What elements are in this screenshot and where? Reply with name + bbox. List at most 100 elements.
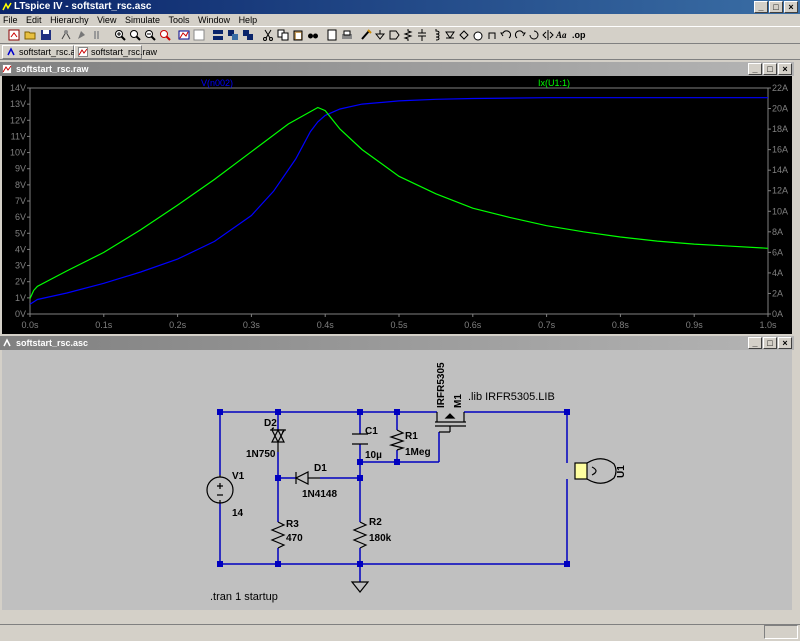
tran-directive[interactable]: .tran 1 startup <box>210 591 278 603</box>
y-left-tick-label: 3V <box>15 261 26 271</box>
maximize-button[interactable]: □ <box>769 1 783 13</box>
resistor-r2[interactable] <box>352 521 368 549</box>
waveform-restore-button[interactable]: □ <box>763 63 777 75</box>
copy-icon[interactable] <box>277 29 289 41</box>
menu-tools[interactable]: Tools <box>166 14 193 26</box>
schematic-restore-button[interactable]: □ <box>763 337 777 349</box>
capacitor-icon[interactable] <box>416 29 428 41</box>
rotate-icon[interactable] <box>528 29 540 41</box>
menu-file[interactable]: File <box>0 14 21 26</box>
waveform-plot[interactable]: 0.0s 0.1s 0.2s 0.3s 0.4s 0.5s 0.6s 0.7s 0.8s 0.9s… <box>2 76 792 334</box>
new-schematic-icon[interactable] <box>8 29 20 41</box>
halt-icon[interactable] <box>92 29 104 41</box>
waveform-close-button[interactable]: × <box>778 63 792 75</box>
x-tick-label: 0.4s <box>317 320 335 330</box>
label-c1-value: 10µ <box>365 450 382 461</box>
ground-symbol <box>350 581 370 593</box>
menu-simulate[interactable]: Simulate <box>122 14 163 26</box>
tile-vertical-icon[interactable] <box>227 29 239 41</box>
pan-icon[interactable] <box>129 29 141 41</box>
menu-view[interactable]: View <box>94 14 119 26</box>
diode-icon[interactable] <box>444 29 456 41</box>
schematic-minimize-button[interactable]: _ <box>748 337 762 349</box>
mosfet-m1[interactable] <box>435 412 466 433</box>
zoom-out-icon[interactable] <box>144 29 156 41</box>
lib-directive[interactable]: .lib IRFR5305.LIB <box>468 391 555 403</box>
close-button[interactable]: × <box>784 1 798 13</box>
run-icon[interactable] <box>76 29 88 41</box>
menu-window[interactable]: Window <box>195 14 233 26</box>
save-icon[interactable] <box>40 29 52 41</box>
redo-icon[interactable] <box>514 29 526 41</box>
print-preview-icon[interactable] <box>326 29 338 41</box>
y-right-tick-label: 12A <box>772 186 788 196</box>
y-left-tick-label: 7V <box>15 196 26 206</box>
cascade-icon[interactable] <box>242 29 254 41</box>
label-d1-value: 1N4148 <box>302 489 337 500</box>
series-line-1[interactable] <box>29 106 769 299</box>
toolbar: Aa .op <box>0 26 800 44</box>
menu-hierarchy[interactable]: Hierarchy <box>47 14 92 26</box>
series-legend-1[interactable]: Ix(U1:1) <box>538 78 570 88</box>
waveform-minimize-button[interactable]: _ <box>748 63 762 75</box>
text-icon[interactable]: Aa <box>556 29 570 41</box>
open-folder-icon[interactable] <box>24 29 36 41</box>
print-icon[interactable] <box>341 29 353 41</box>
x-tick-label: 0.1s <box>95 320 113 330</box>
undo-icon[interactable] <box>500 29 512 41</box>
grid-icon[interactable] <box>193 29 205 41</box>
mirror-icon[interactable] <box>542 29 554 41</box>
menu-help[interactable]: Help <box>236 14 261 26</box>
schematic-close-button[interactable]: × <box>778 337 792 349</box>
resistor-r3[interactable] <box>270 521 286 549</box>
y-left-tick-label: 0V <box>15 309 26 319</box>
series-line-0[interactable] <box>29 97 768 305</box>
component-icon[interactable] <box>458 29 470 41</box>
resistor-icon[interactable] <box>402 29 414 41</box>
y-left-tick-label: 12V <box>10 115 26 125</box>
schematic-drawing[interactable]: D2 1N750 D1 1N4148 V1 14 R3 470 R2 180k … <box>2 350 792 610</box>
y-right-tick-label: 20A <box>772 104 788 114</box>
series-legend-0[interactable]: V(n002) <box>201 78 233 88</box>
autorange-icon[interactable] <box>178 29 190 41</box>
label-m1: M1 <box>453 394 464 408</box>
zoom-full-icon[interactable] <box>159 29 171 41</box>
schematic-canvas[interactable]: D2 1N750 D1 1N4148 V1 14 R3 470 R2 180k … <box>2 350 792 610</box>
schematic-window-titlebar: softstart_rsc.asc _ □ × <box>0 336 794 350</box>
lamp-u1[interactable] <box>574 458 617 484</box>
label-d2: D2 <box>264 418 277 429</box>
spice-directive-icon[interactable]: .op <box>572 29 586 41</box>
y-right-tick-label: 4A <box>772 268 783 278</box>
ground-icon[interactable] <box>374 29 386 41</box>
schematic-window-title: softstart_rsc.asc <box>16 338 89 348</box>
inductor-icon[interactable] <box>430 29 442 41</box>
zoom-in-icon[interactable] <box>114 29 126 41</box>
menu-edit[interactable]: Edit <box>23 14 45 26</box>
cut-icon[interactable] <box>262 29 274 41</box>
x-tick-label: 1.0s <box>759 320 777 330</box>
resistor-r1[interactable] <box>388 429 406 451</box>
find-icon[interactable] <box>307 29 319 41</box>
draw-wire-icon[interactable] <box>360 29 372 41</box>
drag-icon[interactable] <box>486 29 498 41</box>
y-right-tick-label: 16A <box>772 145 788 155</box>
x-tick-label: 0.9s <box>686 320 704 330</box>
tile-horizontal-icon[interactable] <box>212 29 224 41</box>
paste-icon[interactable] <box>292 29 304 41</box>
tab-schematic[interactable]: softstart_rsc.asc <box>2 45 85 59</box>
label-m1-value: IRFR5305 <box>436 362 447 408</box>
minimize-button[interactable]: _ <box>754 1 768 13</box>
y-right-tick-label: 6A <box>772 247 783 257</box>
window-title: LTspice IV - softstart_rsc.asc <box>14 1 152 12</box>
junction-dots <box>217 409 570 567</box>
y-right-tick-label: 18A <box>772 124 788 134</box>
menu-bar: File Edit Hierarchy View Simulate Tools … <box>0 14 800 26</box>
control-panel-icon[interactable] <box>60 29 72 41</box>
tab-waveform[interactable]: softstart_rsc.raw <box>74 45 157 59</box>
waveform-chart[interactable]: 0.0s 0.1s 0.2s 0.3s 0.4s 0.5s 0.6s 0.7s 0.8s 0.9s… <box>2 76 792 334</box>
waveform-window-titlebar: softstart_rsc.raw _ □ × <box>0 62 794 76</box>
move-hand-icon[interactable] <box>472 29 484 41</box>
battery-v1[interactable] <box>206 475 234 504</box>
plot-frame <box>29 87 769 315</box>
label-net-icon[interactable] <box>388 29 400 41</box>
